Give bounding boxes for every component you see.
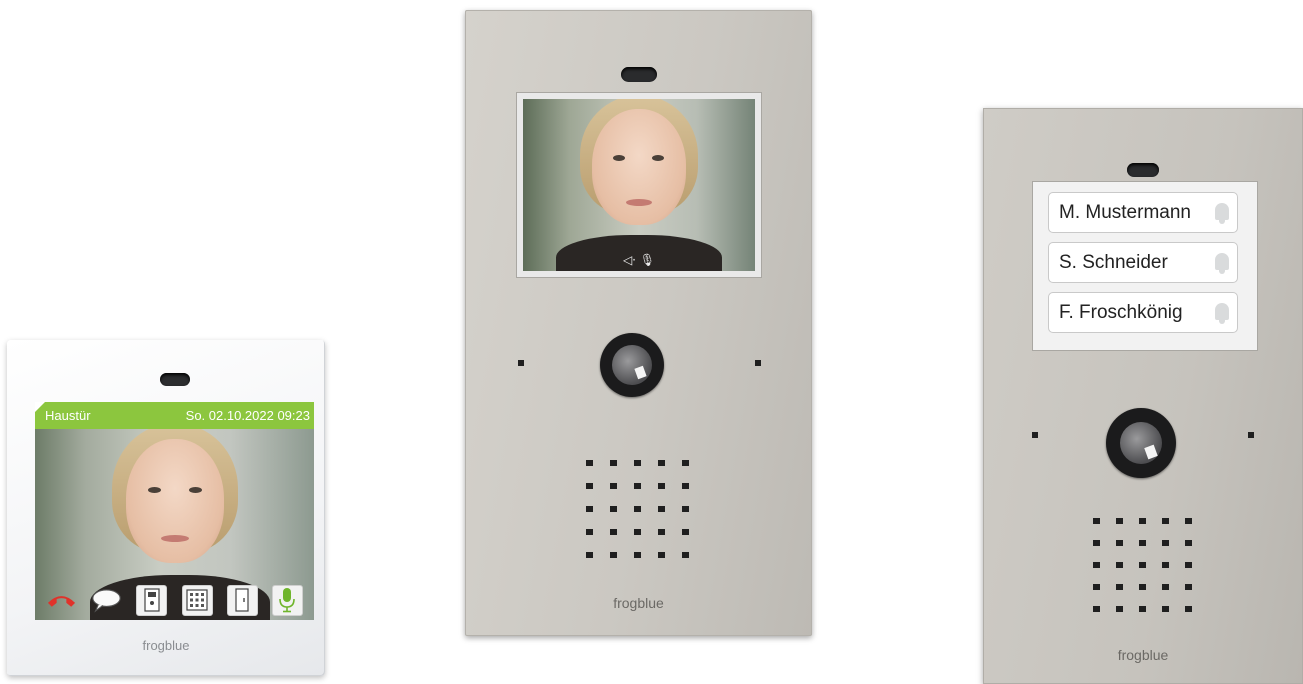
bell-icon <box>1213 301 1231 325</box>
resident-name: M. Mustermann <box>1059 201 1191 223</box>
door-station-icon <box>144 588 160 612</box>
hangup-button[interactable] <box>46 585 77 616</box>
screen-indicators: ◁· 🎙 <box>622 253 656 267</box>
door-location-label: Haustür <box>45 408 91 423</box>
chat-icon <box>92 589 121 613</box>
monitor-icon-bar <box>35 580 314 620</box>
ir-sensor-right <box>755 360 761 366</box>
station-led-sensor <box>621 67 657 82</box>
station-brand-logo: frogblue <box>613 595 664 611</box>
nameplate-led-sensor <box>1127 163 1159 177</box>
monitor-status-bar: Haustür So. 02.10.2022 09:23 <box>35 402 314 429</box>
door-station-button[interactable] <box>136 584 168 616</box>
visitor-face <box>556 99 722 271</box>
bell-button-1[interactable]: M. Mustermann <box>1048 192 1238 233</box>
outdoor-video-station: ◁· 🎙 frogblue <box>465 10 812 636</box>
bell-button-2[interactable]: S. Schneider <box>1048 242 1238 283</box>
resident-name: F. Froschkönig <box>1059 301 1183 323</box>
speaker-grille <box>586 460 689 558</box>
corner-marker <box>35 402 45 412</box>
bell-icon <box>1213 251 1231 275</box>
monitor-camera <box>160 373 190 386</box>
hangup-icon <box>48 596 76 607</box>
camera-lens <box>1106 408 1176 478</box>
keypad-icon <box>186 589 208 611</box>
door-open-button[interactable] <box>226 584 258 616</box>
station-video-feed: ◁· 🎙 <box>523 99 755 271</box>
bell-button-3[interactable]: F. Froschkönig <box>1048 292 1238 333</box>
ir-sensor-left <box>518 360 524 366</box>
resident-name: S. Schneider <box>1059 251 1168 273</box>
keypad-button[interactable] <box>181 584 213 616</box>
ir-sensor-left <box>1032 432 1038 438</box>
nameplate-brand-logo: frogblue <box>1117 647 1169 663</box>
date-time-label: So. 02.10.2022 09:23 <box>185 408 310 423</box>
name-label-panel: M. Mustermann S. Schneider F. Froschköni… <box>1032 181 1258 351</box>
indoor-monitor: Haustür So. 02.10.2022 09:23 frogblue <box>7 340 325 676</box>
camera-lens <box>600 333 664 397</box>
outdoor-nameplate-station: M. Mustermann S. Schneider F. Froschköni… <box>983 108 1303 684</box>
monitor-brand-logo: frogblue <box>142 638 190 653</box>
station-display: ◁· 🎙 <box>516 92 762 278</box>
microphone-icon <box>279 588 296 613</box>
speaker-grille <box>1093 518 1192 612</box>
bell-icon <box>1213 201 1231 225</box>
door-icon <box>235 588 249 612</box>
ir-sensor-right <box>1248 432 1254 438</box>
chat-button[interactable] <box>91 585 122 616</box>
monitor-touchscreen[interactable]: Haustür So. 02.10.2022 09:23 <box>35 402 314 620</box>
microphone-button[interactable] <box>271 584 303 616</box>
